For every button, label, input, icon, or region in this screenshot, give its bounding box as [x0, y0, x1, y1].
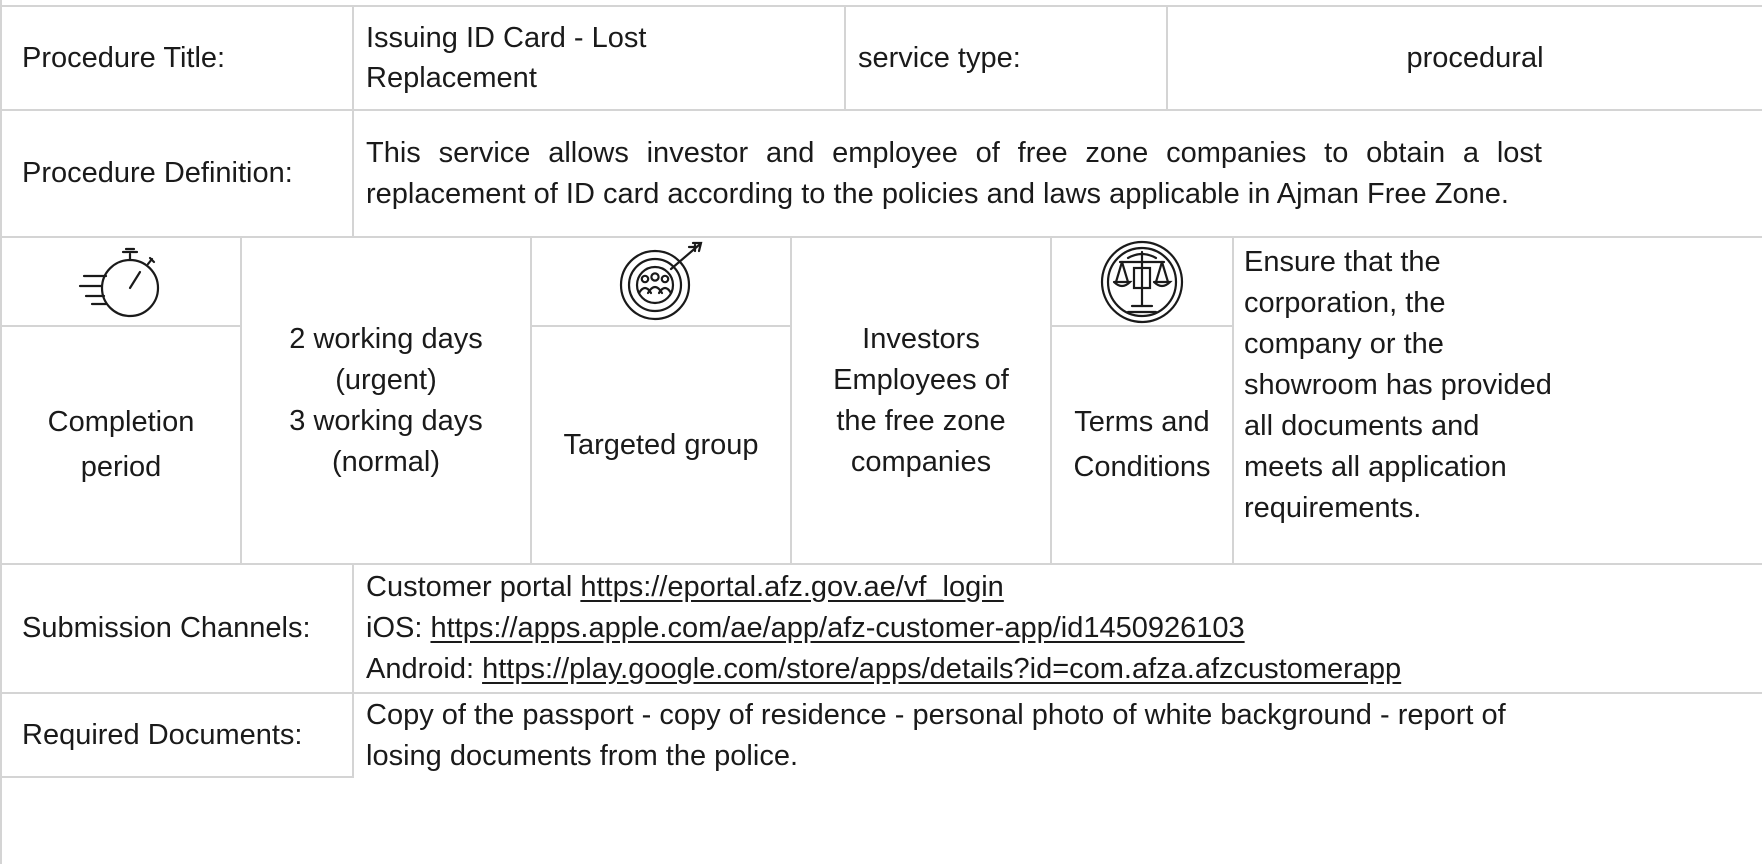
targeted-group-line: Employees of [833, 363, 1009, 396]
channel-customer-portal: Customer portal https://eportal.afz.gov.… [366, 571, 1004, 603]
terms-conditions-label: Terms and Conditions [1052, 327, 1234, 565]
targeted-group-line: Investors [862, 322, 980, 355]
terms-conditions-value: Ensure that the corporation, the company… [1234, 238, 1762, 565]
scales-justice-icon [1100, 240, 1184, 323]
completion-period-lines: 2 working days (urgent) 3 working days (nor… [289, 319, 482, 483]
procedure-definition-label: Procedure Definition: [2, 111, 354, 238]
completion-period-line: 2 working days [289, 322, 483, 355]
ios-app-link[interactable]: https://apps.apple.com/ae/app/afz-custom… [430, 612, 1244, 644]
completion-period-line: (normal) [332, 445, 440, 478]
required-documents-label: Required Documents: [2, 694, 354, 778]
completion-period-line: 3 working days [289, 404, 483, 437]
target-group-icon [619, 241, 703, 320]
targeted-group-line: companies [850, 445, 992, 478]
targeted-icon-cell [532, 238, 792, 327]
required-documents-value: Copy of the passport - copy of residence… [366, 699, 1506, 772]
procedure-title-value: Issuing ID Card - Lost Replacement [354, 7, 846, 111]
procedure-definition-value: This service allows investor and employe… [354, 111, 1762, 238]
submission-channel-list: Customer portal https://eportal.afz.gov.… [366, 567, 1401, 690]
channel-android: Android: https://play.google.com/store/a… [366, 653, 1402, 685]
submission-channels-value: Customer portal https://eportal.afz.gov.… [354, 565, 1762, 694]
targeted-group-line: the free zone [836, 404, 1006, 437]
targeted-group-label: Targeted group [532, 327, 792, 565]
procedure-title-label: Procedure Title: [2, 7, 354, 111]
channel-ios: iOS: https://apps.apple.com/ae/app/afz-c… [366, 612, 1245, 644]
customer-portal-link[interactable]: https://eportal.afz.gov.ae/vf_login [580, 571, 1003, 603]
completion-period-value: 2 working days (urgent) 3 working days (nor… [242, 238, 532, 565]
stopwatch-icon [78, 247, 160, 317]
service-type-value: procedural [1168, 7, 1762, 111]
targeted-group-lines: Investors Employees of the free zone compan… [833, 319, 1009, 483]
completion-period-label: Completion period [2, 327, 242, 565]
submission-channels-label: Submission Channels: [2, 565, 354, 694]
service-type-label: service type: [846, 7, 1168, 111]
android-app-link[interactable]: https://play.google.com/store/apps/detai… [482, 653, 1401, 685]
completion-period-line: (urgent) [335, 363, 437, 396]
completion-icon-cell [2, 238, 242, 327]
terms-icon-cell [1052, 238, 1234, 327]
targeted-group-value: Investors Employees of the free zone compan… [792, 238, 1052, 565]
